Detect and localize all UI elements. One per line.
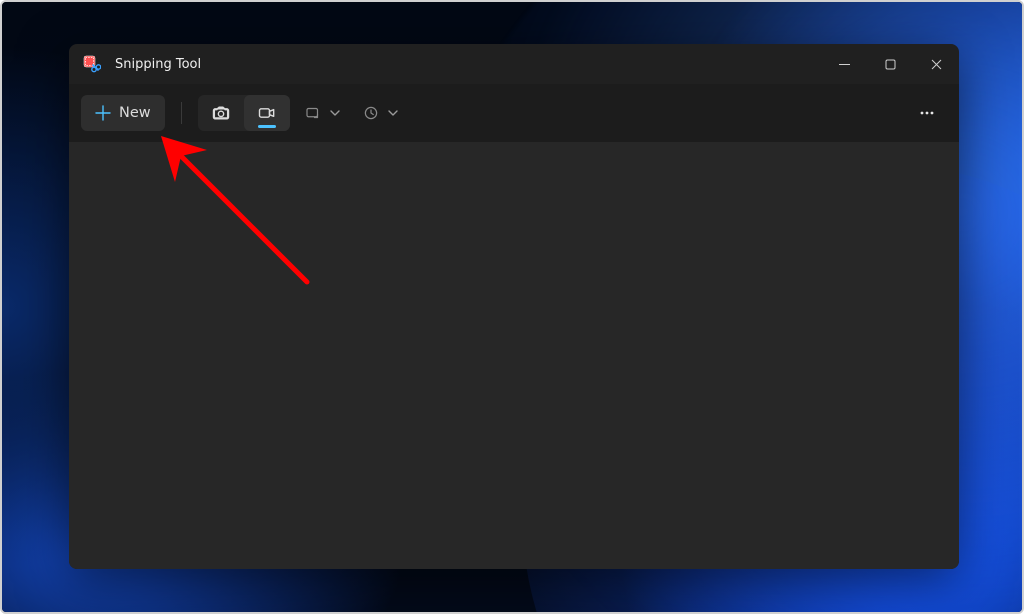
content-area [69, 142, 959, 569]
clock-icon [362, 104, 380, 122]
close-button[interactable] [913, 44, 959, 84]
plus-icon [95, 105, 111, 121]
rectangle-shape-icon [304, 104, 322, 122]
app-icon [83, 55, 101, 73]
capture-mode-group [198, 95, 290, 131]
toolbar-separator [181, 102, 182, 124]
screenshot-mode-button[interactable] [198, 95, 244, 131]
more-options-button[interactable] [907, 95, 947, 131]
new-button[interactable]: New [81, 95, 165, 131]
video-camera-icon [257, 103, 277, 123]
maximize-button[interactable] [867, 44, 913, 84]
title-bar[interactable]: Snipping Tool [69, 44, 959, 84]
chevron-down-icon [388, 108, 398, 118]
screenshot-frame: Snipping Tool New [0, 0, 1024, 614]
window-title: Snipping Tool [115, 57, 201, 72]
delay-dropdown[interactable] [354, 95, 406, 131]
new-button-label: New [119, 105, 151, 121]
window-controls [821, 44, 959, 84]
snipping-tool-window: Snipping Tool New [69, 44, 959, 569]
video-mode-button[interactable] [244, 95, 290, 131]
chevron-down-icon [330, 108, 340, 118]
ellipsis-icon [918, 104, 936, 122]
minimize-button[interactable] [821, 44, 867, 84]
camera-icon [211, 103, 231, 123]
snip-shape-dropdown[interactable] [296, 95, 348, 131]
toolbar: New [69, 84, 959, 142]
